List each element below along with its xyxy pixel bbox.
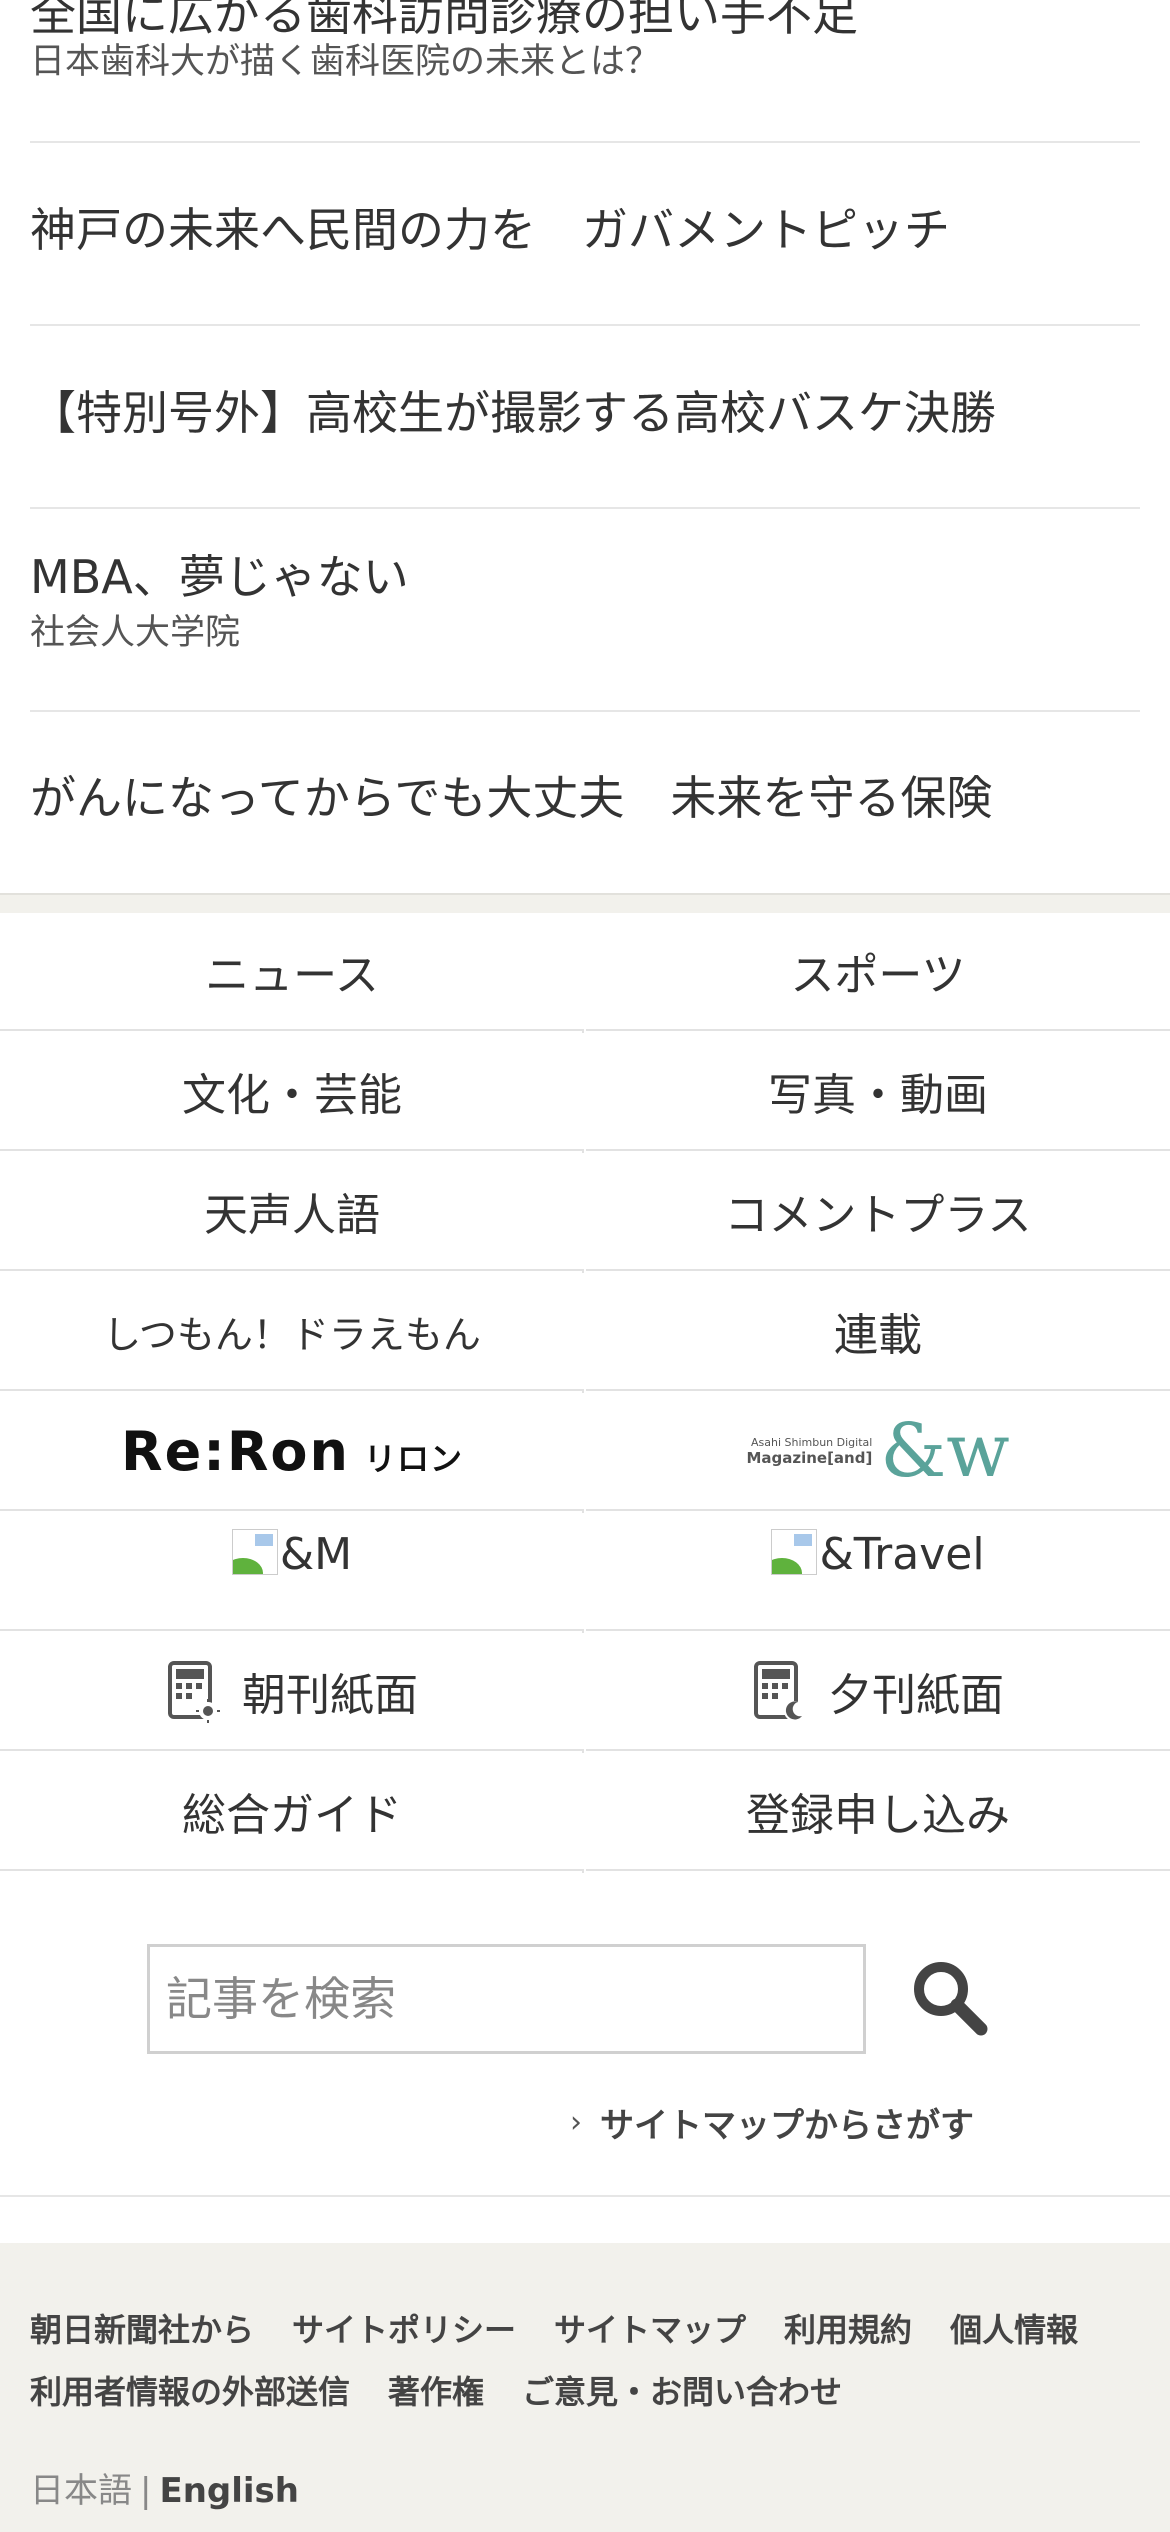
promo-title: がんになってからでも大丈夫 未来を守る保険 [30, 771, 993, 825]
promo-subtitle: 社会人大学院 [30, 613, 241, 653]
divider [30, 141, 1140, 143]
site-footer: 朝日新聞社から サイトポリシー サイトマップ 利用規約 個人情報利用者情報の外部送信 著作… [0, 2243, 1170, 2532]
search-icon [905, 1962, 995, 2047]
footer-link-sitemap[interactable]: サイトマップ [554, 2299, 746, 2361]
divider [30, 324, 1140, 326]
nav-tensei-jingo[interactable]: 天声人語 [0, 1153, 584, 1271]
lang-english-link[interactable]: English [159, 2471, 299, 2511]
promo-item[interactable]: 神戸の未来へ民間の力を ガバメントピッチ [30, 202, 1140, 258]
footer-link-site-policy[interactable]: サイトポリシー [292, 2299, 516, 2361]
sitemap-search-label: サイトマップからさがす [600, 2106, 974, 2146]
footer-link-privacy[interactable]: 個人情報 [950, 2299, 1078, 2361]
footer-links: 朝日新聞社から サイトポリシー サイトマップ 利用規約 個人情報利用者情報の外部送信 著作… [30, 2299, 1150, 2423]
divider [30, 507, 1140, 509]
language-switcher: 日本語 | English [30, 2463, 299, 2512]
promo-list: 全国に広がる歯科訪問診療の担い手不足 日本歯科大が描く歯科医院の未来とは？ 神戸… [0, 0, 1170, 893]
footer-link-contact[interactable]: ご意見・お問い合わせ [522, 2361, 842, 2423]
search-section: › サイトマップからさがす [0, 1873, 1170, 2198]
nav-and-travel[interactable]: &Travel [586, 1513, 1170, 1631]
footer-link-copyright[interactable]: 著作権 [388, 2361, 484, 2423]
promo-title: MBA、夢じゃない [30, 550, 409, 604]
magazine-logo-line2: Magazine[and] [746, 1448, 873, 1467]
promo-item[interactable]: がんになってからでも大丈夫 未来を守る保険 [30, 770, 1140, 826]
nav-morning-paper-label: 朝刊紙面 [242, 1670, 418, 1721]
lang-japanese: 日本語 [30, 2471, 132, 2511]
lang-separator: | [140, 2471, 152, 2511]
nav-comment-plus[interactable]: コメントプラス [586, 1153, 1170, 1271]
nav-evening-paper-label: 夕刊紙面 [828, 1670, 1004, 1721]
promo-item[interactable]: 全国に広がる歯科訪問診療の担い手不足 日本歯科大が描く歯科医院の未来とは？ [30, 0, 1140, 84]
nav-doraemon[interactable]: しつもん！ドラえもん [0, 1273, 584, 1391]
divider [0, 2195, 1170, 2197]
nav-photo-video[interactable]: 写真・動画 [586, 1033, 1170, 1151]
promo-title: 【特別号外】高校生が撮影する高校バスケ決勝 [30, 386, 996, 440]
magazine-logo-line1: Asahi Shimbun Digital [750, 1435, 873, 1449]
chevron-right-icon: › [570, 2105, 582, 2140]
article-search-input[interactable] [147, 1944, 866, 2054]
nav-and-m[interactable]: &M [0, 1513, 584, 1631]
nav-guide[interactable]: 総合ガイド [0, 1753, 584, 1871]
nav-and-travel-label: &Travel [819, 1529, 985, 1580]
magazine-and-w-logo: Asahi Shimbun Digital Magazine[and] &w [746, 1414, 1009, 1488]
divider [30, 710, 1140, 712]
promo-title: 全国に広がる歯科訪問診療の担い手不足 [30, 0, 858, 41]
nav-and-m-label: &M [279, 1529, 353, 1580]
nav-morning-paper[interactable]: 朝刊紙面 [0, 1633, 584, 1751]
nav-magazine-and-w[interactable]: Asahi Shimbun Digital Magazine[and] &w [586, 1393, 1170, 1511]
nav-evening-paper[interactable]: 夕刊紙面 [586, 1633, 1170, 1751]
footer-link-external-transmission[interactable]: 利用者情報の外部送信 [30, 2361, 350, 2423]
promo-item[interactable]: 【特別号外】高校生が撮影する高校バスケ決勝 [30, 385, 1140, 441]
nav-sports[interactable]: スポーツ [586, 913, 1170, 1031]
section-gap [0, 893, 1170, 913]
promo-item[interactable]: MBA、夢じゃない 社会人大学院 [30, 549, 1140, 655]
reron-logo-text: Re:Ron [121, 1419, 350, 1483]
nav-signup[interactable]: 登録申し込み [586, 1753, 1170, 1871]
reron-logo-kana: リロン [363, 1439, 463, 1478]
nav-series[interactable]: 連載 [586, 1273, 1170, 1391]
evening-paper-icon [752, 1659, 806, 1723]
promo-subtitle: 日本歯科大が描く歯科医院の未来とは？ [30, 42, 661, 82]
reron-logo: Re:Ron リロン [121, 1420, 463, 1483]
sitemap-search-link[interactable]: › サイトマップからさがす [570, 2098, 974, 2147]
broken-image-icon [231, 1529, 278, 1575]
nav-culture[interactable]: 文化・芸能 [0, 1033, 584, 1151]
footer-link-about[interactable]: 朝日新聞社から [30, 2299, 254, 2361]
morning-paper-icon [166, 1659, 220, 1723]
nav-reron[interactable]: Re:Ron リロン [0, 1393, 584, 1511]
nav-news[interactable]: ニュース [0, 913, 584, 1031]
search-button[interactable] [905, 1953, 995, 2043]
magazine-logo-amp: &w [880, 1408, 1010, 1494]
promo-title: 神戸の未来へ民間の力を ガバメントピッチ [30, 203, 950, 257]
broken-image-icon [771, 1529, 818, 1575]
footer-link-terms[interactable]: 利用規約 [784, 2299, 912, 2361]
